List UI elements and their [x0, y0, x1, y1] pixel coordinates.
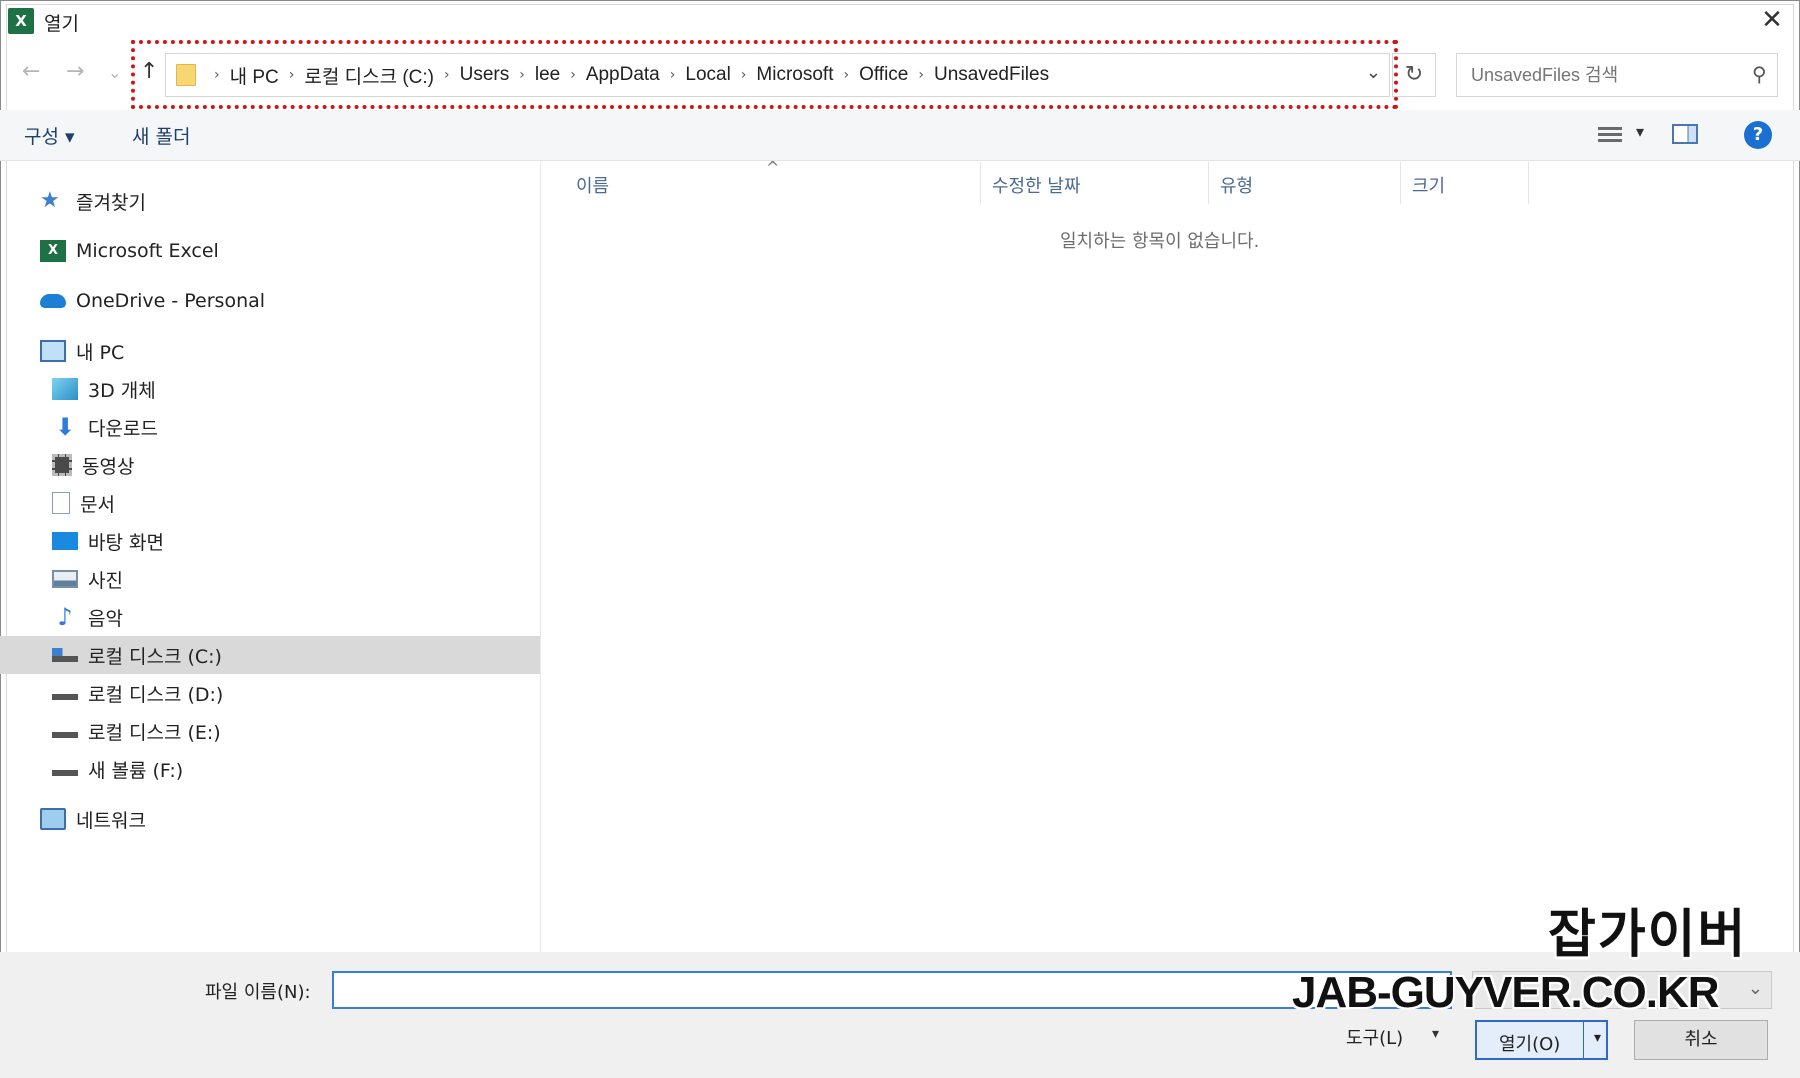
- sidebar-item-pictures[interactable]: 사진: [52, 560, 123, 598]
- sidebar-item-local-disk-e[interactable]: 로컬 디스크 (E:): [52, 712, 221, 750]
- filename-input[interactable]: [332, 971, 1452, 1009]
- empty-list-message: 일치하는 항목이 없습니다.: [1060, 231, 1260, 252]
- sidebar-item-this-pc[interactable]: 내 PC: [40, 332, 124, 370]
- sidebar-item-label: Microsoft Excel: [76, 240, 219, 262]
- column-header-size[interactable]: 크기: [1412, 172, 1445, 198]
- help-icon[interactable]: ?: [1744, 121, 1772, 149]
- cube-icon: [52, 378, 78, 400]
- sidebar-item-network[interactable]: 네트워크: [40, 800, 146, 838]
- sidebar-item-desktop[interactable]: 바탕 화면: [52, 522, 164, 560]
- sidebar-item-label: 바탕 화면: [88, 531, 164, 554]
- sidebar-item-local-disk-c[interactable]: 로컬 디스크 (C:): [0, 636, 540, 674]
- tools-dropdown-arrow[interactable]: ▾: [1432, 1026, 1439, 1042]
- excel-icon: X: [40, 240, 66, 262]
- sidebar-item-label: 다운로드: [88, 417, 158, 440]
- column-divider[interactable]: [980, 162, 981, 204]
- organize-menu[interactable]: 구성 ▾: [24, 122, 75, 149]
- recent-locations-button[interactable]: ⌄: [108, 63, 121, 82]
- sidebar-item-favorites[interactable]: ★ 즐겨찾기: [40, 182, 146, 220]
- column-divider[interactable]: [1528, 162, 1529, 204]
- drive-icon: [52, 762, 78, 776]
- sidebar-item-label: 즐겨찾기: [76, 191, 146, 214]
- sidebar-item-label: 내 PC: [76, 341, 125, 364]
- open-options-dropdown[interactable]: ▾: [1594, 1030, 1601, 1046]
- title-bar: X 열기 ✕: [0, 0, 1800, 40]
- open-button[interactable]: 열기(O) ▾: [1475, 1020, 1608, 1060]
- document-icon: [52, 492, 70, 514]
- pane-divider[interactable]: [540, 160, 541, 960]
- column-divider[interactable]: [1400, 162, 1401, 204]
- network-icon: [40, 808, 66, 830]
- new-folder-button[interactable]: 새 폴더: [132, 122, 190, 149]
- sidebar-item-3d-objects[interactable]: 3D 개체: [52, 370, 156, 408]
- column-header-date[interactable]: 수정한 날짜: [992, 172, 1081, 198]
- search-icon[interactable]: ⚲: [1752, 62, 1767, 86]
- drive-icon: [52, 686, 78, 700]
- navigation-pane: ★ 즐겨찾기 X Microsoft Excel OneDrive - Pers…: [0, 160, 540, 960]
- download-icon: ⬇: [54, 413, 76, 441]
- star-icon: ★: [40, 188, 60, 213]
- sidebar-item-onedrive[interactable]: OneDrive - Personal: [40, 282, 265, 320]
- computer-icon: [40, 340, 66, 362]
- sidebar-item-label: 사진: [88, 569, 123, 592]
- column-header-type[interactable]: 유형: [1220, 172, 1253, 198]
- view-dropdown[interactable]: ▾: [1636, 122, 1644, 141]
- sidebar-item-label: 3D 개체: [88, 379, 156, 402]
- video-icon: [52, 454, 72, 476]
- tools-menu[interactable]: 도구(L): [1346, 1024, 1403, 1050]
- sidebar-item-music[interactable]: ♪ 음악: [52, 598, 123, 636]
- sidebar-item-label: 로컬 디스크 (D:): [88, 683, 224, 706]
- refresh-button[interactable]: ↻: [1392, 53, 1436, 97]
- open-button-label: 열기(O): [1499, 1034, 1561, 1055]
- sidebar-item-label: 로컬 디스크 (E:): [88, 721, 221, 744]
- view-options-icon[interactable]: [1598, 124, 1622, 144]
- address-highlight-annotation: [131, 40, 1398, 109]
- sort-ascending-icon: ^: [766, 158, 780, 177]
- sidebar-item-documents[interactable]: 문서: [52, 484, 115, 522]
- picture-icon: [52, 570, 78, 588]
- search-box[interactable]: ⚲: [1456, 53, 1778, 97]
- sidebar-item-label: OneDrive - Personal: [76, 290, 266, 312]
- split-divider: [1583, 1022, 1584, 1058]
- watermark-title: 잡가이버: [1548, 905, 1748, 965]
- sidebar-item-label: 문서: [80, 493, 115, 516]
- sidebar-item-new-volume-f[interactable]: 새 볼륨 (F:): [52, 750, 183, 788]
- sidebar-item-label: 동영상: [82, 455, 135, 478]
- chevron-down-icon[interactable]: ⌄: [1748, 978, 1763, 999]
- sidebar-item-label: 음악: [88, 607, 123, 630]
- search-input[interactable]: [1471, 54, 1721, 96]
- column-divider[interactable]: [1208, 162, 1209, 204]
- column-header-name[interactable]: 이름: [576, 172, 609, 198]
- dialog-title: 열기: [44, 13, 79, 35]
- filename-label: 파일 이름(N):: [205, 982, 311, 1003]
- music-icon: ♪: [57, 603, 73, 631]
- watermark-url: JAB-GUYVER.CO.KR: [1292, 968, 1719, 1017]
- sidebar-item-label: 네트워크: [76, 809, 146, 832]
- command-bar: 구성 ▾ 새 폴더 ▾ ?: [0, 110, 1800, 161]
- drive-icon: [52, 724, 78, 738]
- back-button[interactable]: ←: [22, 59, 40, 84]
- preview-pane-icon[interactable]: [1672, 124, 1698, 144]
- drive-icon: [52, 648, 78, 662]
- sidebar-item-videos[interactable]: 동영상: [52, 446, 134, 484]
- sidebar-item-local-disk-d[interactable]: 로컬 디스크 (D:): [52, 674, 223, 712]
- cancel-button[interactable]: 취소: [1634, 1020, 1768, 1060]
- sidebar-item-excel[interactable]: X Microsoft Excel: [40, 232, 219, 270]
- forward-button[interactable]: →: [66, 59, 84, 84]
- desktop-icon: [52, 532, 78, 550]
- sidebar-item-label: 로컬 디스크 (C:): [88, 645, 222, 668]
- sidebar-item-downloads[interactable]: ⬇ 다운로드: [52, 408, 158, 446]
- close-button[interactable]: ✕: [1752, 2, 1792, 38]
- excel-app-icon: X: [8, 8, 34, 34]
- sidebar-item-label: 새 볼륨 (F:): [88, 759, 184, 782]
- cloud-icon: [40, 294, 66, 308]
